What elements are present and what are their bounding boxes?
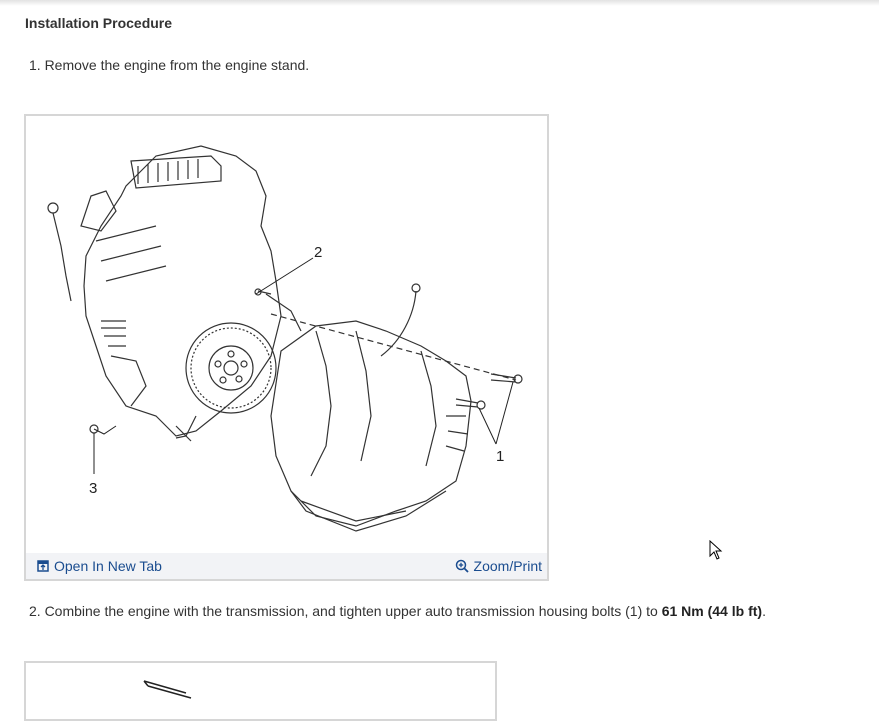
open-in-new-tab-label: Open In New Tab: [54, 558, 162, 574]
callout-2: 2: [314, 244, 322, 261]
figure-engine-install[interactable]: [24, 661, 497, 721]
step-2-torque: 61 Nm (44 lb ft): [661, 603, 763, 619]
step-2-text: 2. Combine the engine with the transmiss…: [29, 603, 766, 619]
callout-1: 1: [496, 448, 504, 465]
figure-toolbar: Open In New Tab Zoom/Print: [26, 553, 547, 579]
zoom-icon: [455, 559, 469, 573]
zoom-print-label: Zoom/Print: [473, 558, 542, 574]
step-2-prefix: 2. Combine the engine with the transmiss…: [29, 603, 662, 619]
open-new-tab-icon: [37, 560, 49, 572]
engine-install-illustration-partial: [143, 680, 192, 699]
zoom-print-link[interactable]: Zoom/Print: [455, 558, 542, 574]
engine-transmission-illustration: 2 1 3: [47, 145, 523, 532]
callout-3: 3: [89, 480, 97, 497]
step-1-text: 1. Remove the engine from the engine sta…: [29, 57, 310, 73]
mouse-cursor-icon: [709, 540, 723, 560]
top-shadow: [0, 0, 879, 6]
open-in-new-tab-link[interactable]: Open In New Tab: [37, 558, 162, 574]
section-title: Installation Procedure: [25, 15, 173, 31]
figure-engine-removal[interactable]: 2 1 3 Open In New Tab Zoom/Print: [24, 114, 549, 581]
step-2-suffix: .: [762, 603, 766, 619]
